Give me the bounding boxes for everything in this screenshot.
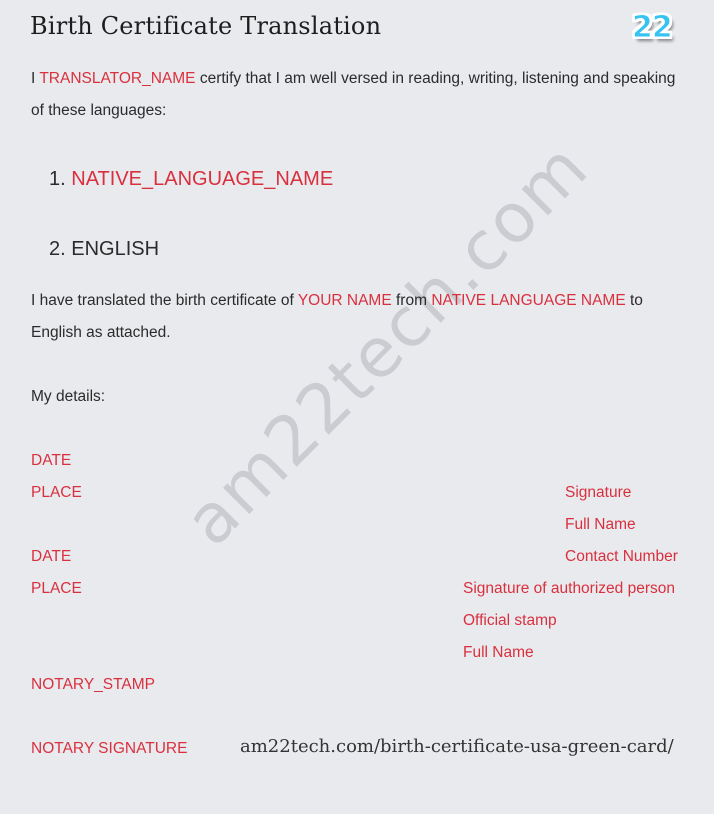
language-name: ENGLISH (71, 238, 160, 260)
notary-signature-field: NOTARY SIGNATURE (31, 740, 188, 757)
language-item-1: 1. NATIVE_LANGUAGE_NAME (49, 168, 333, 191)
translated-text: I have translated the birth certificate … (31, 292, 298, 309)
notary-stamp-field: NOTARY_STAMP (31, 676, 156, 693)
translated-text: to (625, 292, 643, 309)
certify-line-1: I TRANSLATOR_NAME certify that I am well… (31, 70, 675, 88)
official-stamp-field: Official stamp (463, 612, 557, 629)
translated-line-2: English as attached. (31, 324, 171, 341)
native-language-placeholder: NATIVE_LANGUAGE_NAME (71, 168, 334, 190)
authority-full-name-field: Full Name (463, 644, 534, 661)
place-field: PLACE (31, 484, 82, 501)
source-url: am22tech.com/birth-certificate-usa-green… (240, 736, 674, 757)
certify-line-2: of these languages: (31, 102, 167, 119)
translated-text: from (391, 292, 432, 309)
certify-text: certify that I am well versed in reading… (195, 70, 676, 87)
document-title: Birth Certificate Translation (30, 12, 382, 40)
am22-logo-icon: 22 (632, 10, 674, 46)
my-details-label: My details: (31, 388, 106, 405)
language-item-2: 2. ENGLISH (49, 238, 159, 261)
signature-field: Signature (565, 484, 632, 501)
contact-number-field: Contact Number (565, 548, 678, 565)
your-name-placeholder: YOUR NAME (297, 292, 392, 309)
date-field: DATE (31, 452, 72, 469)
place-field: PLACE (31, 580, 82, 597)
full-name-field: Full Name (565, 516, 636, 533)
native-language-name-placeholder: NATIVE LANGUAGE NAME (431, 292, 626, 309)
authorized-signature-field: Signature of authorized person (463, 580, 675, 597)
watermark: am22tech.com (170, 127, 604, 562)
date-field: DATE (31, 548, 72, 565)
language-number: 2. (49, 238, 72, 260)
translated-line-1: I have translated the birth certificate … (31, 292, 643, 310)
translator-name-placeholder: TRANSLATOR_NAME (39, 70, 196, 87)
language-number: 1. (49, 168, 72, 190)
